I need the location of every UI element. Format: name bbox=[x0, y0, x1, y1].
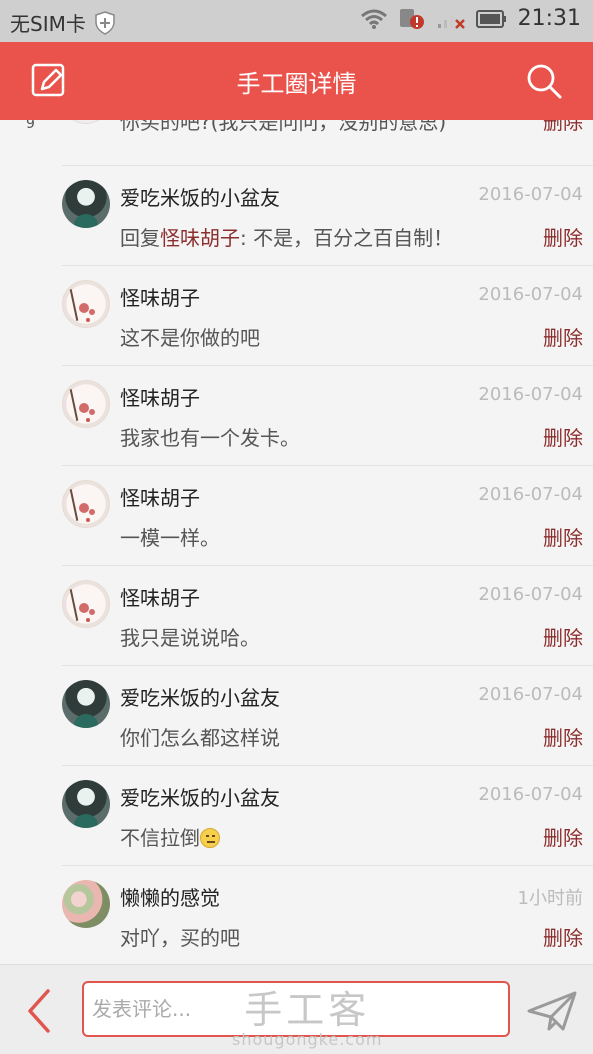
timestamp: 2016-07-04 bbox=[478, 584, 583, 605]
list-item[interactable]: 怪味胡子 2016-07-04 这不是你做的吧 删除 bbox=[62, 266, 593, 366]
comment-text: 对吖，买的吧 bbox=[120, 926, 240, 950]
signal-none-icon bbox=[437, 15, 465, 29]
list-item[interactable]: 爱吃米饭的小盆友 2016-07-04 回复怪味胡子: 不是，百分之百自制！ 删… bbox=[62, 166, 593, 266]
comment-input[interactable] bbox=[82, 981, 510, 1037]
annoyed-emoji-icon bbox=[200, 828, 220, 848]
side-number: 9 bbox=[26, 120, 35, 132]
reply-prefix: 回复 bbox=[120, 226, 160, 250]
comment-text: 我家也有一个发卡。 bbox=[120, 426, 300, 450]
avatar[interactable] bbox=[62, 680, 110, 728]
username[interactable]: 爱吃米饭的小盆友 bbox=[120, 682, 280, 711]
delete-button[interactable]: 删除 bbox=[543, 322, 583, 351]
avatar[interactable] bbox=[62, 580, 110, 628]
timestamp: 2016-07-04 bbox=[478, 684, 583, 705]
delete-button[interactable]: 删除 bbox=[543, 120, 583, 135]
avatar[interactable] bbox=[62, 120, 110, 124]
sim-alert-icon bbox=[399, 8, 424, 29]
avatar[interactable] bbox=[62, 380, 110, 428]
delete-button[interactable]: 删除 bbox=[543, 722, 583, 751]
send-icon[interactable] bbox=[527, 989, 577, 1033]
comment-text: 你们怎么都这样说 bbox=[120, 726, 280, 750]
carrier-label: 无SIM卡 bbox=[10, 12, 86, 36]
list-item[interactable]: 爱吃米饭的小盆友 2016-07-04 你们怎么都这样说 删除 bbox=[62, 666, 593, 766]
timestamp: 2016-07-04 bbox=[478, 384, 583, 405]
delete-button[interactable]: 删除 bbox=[543, 822, 583, 851]
list-item[interactable]: 爱吃米饭的小盆友 2016-07-04 不信拉倒 删除 bbox=[62, 766, 593, 866]
delete-button[interactable]: 删除 bbox=[543, 522, 583, 551]
page-title: 手工圈详情 bbox=[236, 70, 357, 98]
comment-text: 我只是说说哈。 bbox=[120, 626, 260, 650]
username[interactable]: 怪味胡子 bbox=[120, 482, 200, 511]
comment-list[interactable]: 9 你买的吧?(我只是问问，没别的意思) 删除 爱吃米饭的小盆友 2016-07… bbox=[0, 120, 593, 964]
username[interactable]: 爱吃米饭的小盆友 bbox=[120, 182, 280, 211]
timestamp: 2016-07-04 bbox=[478, 284, 583, 305]
avatar[interactable] bbox=[62, 280, 110, 328]
back-arrow-icon[interactable] bbox=[22, 987, 56, 1035]
username[interactable]: 怪味胡子 bbox=[120, 582, 200, 611]
status-bar: 无SIM卡 21:31 bbox=[0, 0, 593, 42]
username[interactable]: 怪味胡子 bbox=[120, 282, 200, 311]
comment-text: 不信拉倒 bbox=[120, 822, 220, 851]
timestamp: 2016-07-04 bbox=[478, 184, 583, 205]
comment-text: 这不是你做的吧 bbox=[120, 326, 260, 350]
comment-text: 一模一样。 bbox=[120, 526, 220, 550]
comment-text: 你买的吧?(我只是问问，没别的意思) bbox=[120, 120, 447, 134]
reply-body: : 不是，百分之百自制！ bbox=[240, 226, 454, 250]
mention-link[interactable]: 怪味胡子 bbox=[160, 226, 240, 250]
username[interactable]: 爱吃米饭的小盆友 bbox=[120, 782, 280, 811]
avatar[interactable] bbox=[62, 180, 110, 228]
list-item[interactable]: 怪味胡子 2016-07-04 一模一样。 删除 bbox=[62, 466, 593, 566]
timestamp: 2016-07-04 bbox=[478, 484, 583, 505]
delete-button[interactable]: 删除 bbox=[543, 622, 583, 651]
avatar[interactable] bbox=[62, 480, 110, 528]
comment-bar: 手工客 shougongke.com bbox=[0, 964, 593, 1054]
delete-button[interactable]: 删除 bbox=[543, 222, 583, 251]
search-icon[interactable] bbox=[525, 62, 563, 100]
username[interactable]: 怪味胡子 bbox=[120, 382, 200, 411]
timestamp: 1小时前 bbox=[517, 888, 583, 909]
list-item[interactable]: 怪味胡子 2016-07-04 我只是说说哈。 删除 bbox=[62, 566, 593, 666]
list-item[interactable]: 你买的吧?(我只是问问，没别的意思) 删除 bbox=[62, 120, 593, 166]
delete-button[interactable]: 删除 bbox=[543, 422, 583, 451]
wifi-icon bbox=[360, 9, 387, 29]
title-bar: 手工圈详情 bbox=[0, 42, 593, 120]
list-item[interactable]: 懒懒的感觉 1小时前 对吖，买的吧 删除 bbox=[62, 866, 593, 964]
comment-body: 不信拉倒 bbox=[120, 826, 200, 850]
delete-button[interactable]: 删除 bbox=[543, 922, 583, 951]
comment-text: 回复怪味胡子: 不是，百分之百自制！ bbox=[120, 222, 453, 251]
avatar[interactable] bbox=[62, 880, 110, 928]
avatar[interactable] bbox=[62, 780, 110, 828]
clock: 21:31 bbox=[517, 6, 581, 31]
timestamp: 2016-07-04 bbox=[478, 784, 583, 805]
battery-icon bbox=[475, 9, 506, 28]
username[interactable]: 懒懒的感觉 bbox=[120, 882, 220, 911]
shield-icon bbox=[95, 10, 115, 35]
list-item[interactable]: 怪味胡子 2016-07-04 我家也有一个发卡。 删除 bbox=[62, 366, 593, 466]
